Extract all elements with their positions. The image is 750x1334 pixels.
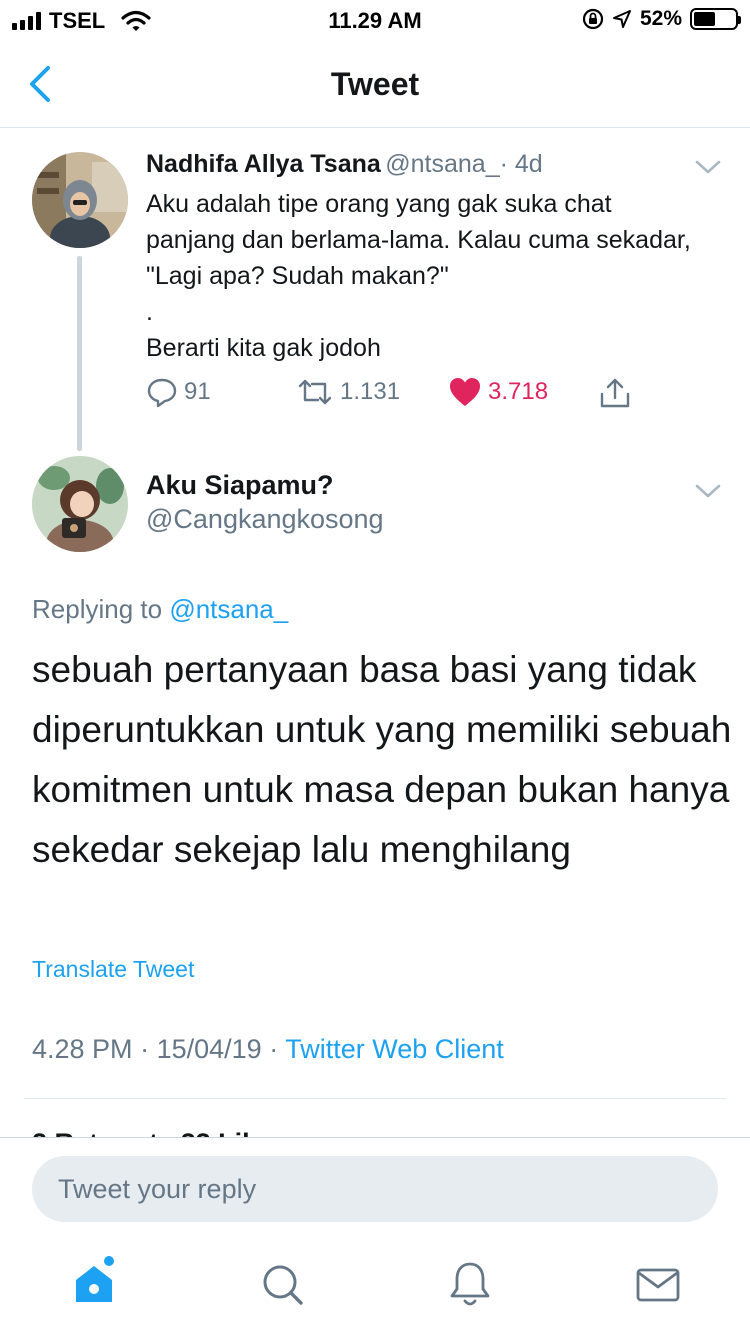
parent-tweet-text: Aku adalah tipe orang yang gak suka chat… [146, 186, 706, 366]
like-count: 3.718 [488, 378, 549, 405]
battery-icon [690, 8, 741, 30]
parent-author-name[interactable]: Nadhifa Allya Tsana [146, 150, 381, 178]
avatar-image [32, 152, 128, 248]
share-button[interactable] [598, 376, 632, 410]
retweet-count: 1.131 [340, 378, 401, 405]
tweet-time: 4.28 PM [32, 1034, 133, 1064]
battery-percent: 52% [639, 7, 682, 30]
parent-tweet-actions: 91 1.131 3.718 [146, 376, 646, 416]
reply-button[interactable]: 91 [146, 376, 211, 408]
retweet-icon [298, 379, 332, 405]
divider [24, 1098, 726, 1099]
parent-tweet-line-1: Aku adalah tipe orang yang gak suka chat… [146, 190, 691, 290]
meta-separator: · [269, 1034, 279, 1064]
parent-tweet-time: · 4d [499, 150, 543, 178]
search-icon [263, 1265, 303, 1305]
replying-handle-link[interactable]: @ntsana_ [169, 594, 288, 624]
tab-search[interactable] [258, 1258, 306, 1310]
avatar-nadhifa[interactable] [32, 152, 128, 248]
thread-line [77, 256, 82, 451]
reply-icon [147, 378, 177, 408]
retweet-button[interactable]: 1.131 [296, 376, 400, 408]
avatar-aku-siapamu[interactable] [32, 456, 128, 552]
location-arrow-icon [612, 10, 631, 28]
nav-bar: Tweet [0, 40, 750, 128]
parent-author-handle[interactable]: @ntsana_ [385, 150, 499, 178]
messages-icon [636, 1268, 680, 1302]
parent-tweet-line-2: . [146, 298, 153, 326]
share-icon [600, 378, 630, 408]
replying-to: Replying to @ntsana_ [32, 594, 288, 625]
tab-home[interactable] [70, 1256, 118, 1310]
parent-tweet-line-3: Berarti kita gak jodoh [146, 334, 381, 362]
main-tweet-text: sebuah pertanyaan basa basi yang tidak d… [32, 649, 732, 870]
avatar-image [32, 456, 128, 552]
main-author-name[interactable]: Aku Siapamu? [146, 470, 334, 501]
notifications-icon [450, 1262, 490, 1306]
orientation-lock-icon [582, 8, 604, 30]
reply-input[interactable] [32, 1156, 718, 1222]
meta-separator: · [140, 1034, 150, 1064]
home-icon [76, 1266, 112, 1302]
tweet-meta: 4.28 PM · 15/04/19 · Twitter Web Client [32, 1034, 504, 1065]
battery-fill [694, 12, 715, 26]
tweet-date: 15/04/19 [156, 1034, 262, 1064]
page-title: Tweet [330, 66, 420, 102]
like-button[interactable]: 3.718 [448, 376, 548, 408]
replying-prefix: Replying to [32, 594, 163, 624]
tab-notifications[interactable] [446, 1258, 494, 1310]
main-author-handle[interactable]: @Cangkangkosong [146, 504, 384, 535]
tab-messages[interactable] [634, 1258, 682, 1310]
translate-tweet-link[interactable]: Translate Tweet [32, 956, 194, 983]
main-tweet-menu-chevron-icon[interactable] [694, 482, 722, 500]
status-right: 52% [582, 7, 741, 31]
heart-filled-icon [450, 378, 480, 406]
tweet-client-link[interactable]: Twitter Web Client [285, 1034, 504, 1064]
status-bar: TSEL 11.29 AM 52% [0, 0, 750, 40]
reply-bar [0, 1137, 750, 1334]
tab-bar [0, 1256, 750, 1328]
parent-tweet-menu-chevron-icon[interactable] [694, 158, 722, 176]
parent-tweet-header: Nadhifa Allya Tsana @ntsana_· 4d [146, 150, 543, 179]
new-content-dot [104, 1256, 114, 1266]
reply-count: 91 [184, 378, 211, 405]
